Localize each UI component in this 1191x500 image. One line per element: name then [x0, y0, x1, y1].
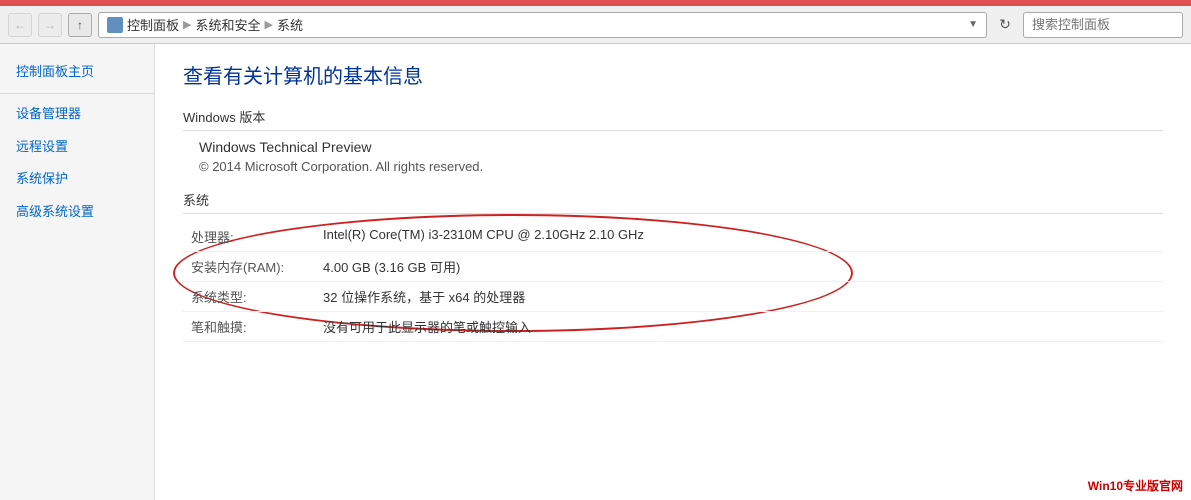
sidebar: 控制面板主页 设备管理器 远程设置 系统保护 高级系统设置: [0, 44, 155, 500]
path-dropdown-icon[interactable]: ▼: [968, 19, 978, 30]
search-input[interactable]: [1023, 12, 1183, 38]
windows-section-label: Windows 版本: [183, 107, 1163, 131]
nav-forward-button[interactable]: →: [38, 13, 62, 37]
row-label-systype: 系统类型:: [183, 287, 323, 306]
address-bar: ← → ↑ 控制面板 ▶ 系统和安全 ▶ 系统 ▼ ↻: [0, 6, 1191, 44]
back-icon: ←: [14, 18, 26, 32]
folder-icon: [107, 17, 123, 33]
forward-icon: →: [44, 18, 56, 32]
row-value-systype: 32 位操作系统，基于 x64 的处理器: [323, 287, 1163, 306]
row-value-touch: 没有可用于此显示器的笔或触控输入: [323, 317, 1163, 336]
sidebar-divider-1: [0, 93, 154, 94]
up-icon: ↑: [77, 18, 83, 32]
table-row: 系统类型: 32 位操作系统，基于 x64 的处理器: [183, 282, 1163, 312]
sidebar-item-remote[interactable]: 远程设置: [0, 131, 154, 164]
refresh-button[interactable]: ↻: [993, 13, 1017, 37]
system-table: 处理器: Intel(R) Core(TM) i3-2310M CPU @ 2.…: [183, 222, 1163, 342]
nav-up-button[interactable]: ↑: [68, 13, 92, 37]
sidebar-item-advanced[interactable]: 高级系统设置: [0, 196, 154, 229]
sidebar-item-device-manager[interactable]: 设备管理器: [0, 98, 154, 131]
row-label-ram: 安装内存(RAM):: [183, 257, 323, 276]
nav-back-button[interactable]: ←: [8, 13, 32, 37]
path-part3[interactable]: 系统: [277, 15, 303, 34]
table-row: 安装内存(RAM): 4.00 GB (3.16 GB 可用): [183, 252, 1163, 282]
path-sep1: ▶: [183, 18, 191, 31]
windows-copyright: © 2014 Microsoft Corporation. All rights…: [199, 159, 1163, 174]
content-area: 查看有关计算机的基本信息 Windows 版本 Windows Technica…: [155, 44, 1191, 500]
path-sep2: ▶: [265, 18, 273, 31]
row-value-processor: Intel(R) Core(TM) i3-2310M CPU @ 2.10GHz…: [323, 227, 1163, 246]
page-title: 查看有关计算机的基本信息: [183, 60, 1163, 89]
refresh-icon: ↻: [999, 16, 1011, 33]
table-row: 笔和触摸: 没有可用于此显示器的笔或触控输入: [183, 312, 1163, 342]
path-part2[interactable]: 系统和安全: [195, 15, 260, 34]
path-part1[interactable]: 控制面板: [127, 15, 179, 34]
windows-version-content: Windows Technical Preview © 2014 Microso…: [199, 139, 1163, 174]
windows-version: Windows Technical Preview: [199, 139, 1163, 155]
table-row: 处理器: Intel(R) Core(TM) i3-2310M CPU @ 2.…: [183, 222, 1163, 252]
system-section: 处理器: Intel(R) Core(TM) i3-2310M CPU @ 2.…: [183, 222, 1163, 342]
main-area: 控制面板主页 设备管理器 远程设置 系统保护 高级系统设置 查看有关计算机的基本…: [0, 44, 1191, 500]
row-label-touch: 笔和触摸:: [183, 317, 323, 336]
address-path[interactable]: 控制面板 ▶ 系统和安全 ▶ 系统 ▼: [98, 12, 987, 38]
sidebar-item-protection[interactable]: 系统保护: [0, 163, 154, 196]
row-value-ram: 4.00 GB (3.16 GB 可用): [323, 257, 1163, 276]
system-section-label: 系统: [183, 190, 1163, 214]
row-label-processor: 处理器:: [183, 227, 323, 246]
watermark: Win10专业版官网: [1088, 477, 1183, 494]
sidebar-item-home[interactable]: 控制面板主页: [0, 56, 154, 89]
